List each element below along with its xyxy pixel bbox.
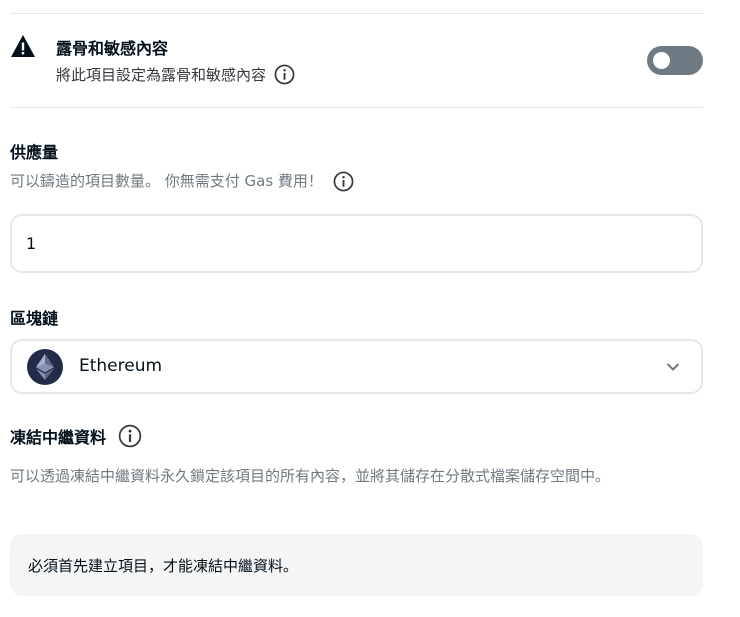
explicit-content-toggle[interactable] xyxy=(647,46,703,75)
chevron-down-icon xyxy=(667,363,679,371)
freeze-metadata-label-text: 凍結中繼資料 xyxy=(10,428,107,447)
supply-description: 可以鑄造的項目數量。 你無需支付 Gas 費用！ xyxy=(10,169,354,193)
info-icon[interactable] xyxy=(274,64,295,85)
explicit-content-subtitle-text: 將此項目設定為露骨和敏感內容 xyxy=(56,66,267,84)
blockchain-select[interactable]: Ethereum xyxy=(10,339,703,394)
supply-label: 供應量 xyxy=(10,143,59,162)
toggle-knob xyxy=(653,52,670,69)
warning-icon xyxy=(11,35,35,57)
freeze-metadata-description: 可以透過凍結中繼資料永久鎖定該項目的所有內容，並將其儲存在分散式檔案儲存空間中。 xyxy=(10,467,611,485)
supply-input[interactable] xyxy=(10,214,703,273)
explicit-content-row: 露骨和敏感內容 將此項目設定為露骨和敏感內容 xyxy=(10,32,703,90)
info-icon[interactable] xyxy=(333,171,354,192)
info-icon[interactable] xyxy=(118,424,142,448)
supply-description-text: 可以鑄造的項目數量。 你無需支付 Gas 費用！ xyxy=(10,172,323,190)
blockchain-selected-value: Ethereum xyxy=(79,356,163,376)
divider-middle xyxy=(10,107,703,108)
blockchain-label: 區塊鏈 xyxy=(10,309,59,328)
freeze-metadata-label: 凍結中繼資料 xyxy=(10,424,142,448)
ethereum-icon xyxy=(27,349,63,385)
divider-top xyxy=(10,13,703,14)
explicit-content-subtitle: 將此項目設定為露骨和敏感內容 xyxy=(56,64,295,85)
freeze-metadata-note: 必須首先建立項目，才能凍結中繼資料。 xyxy=(10,534,703,596)
explicit-content-title: 露骨和敏感內容 xyxy=(56,39,169,58)
